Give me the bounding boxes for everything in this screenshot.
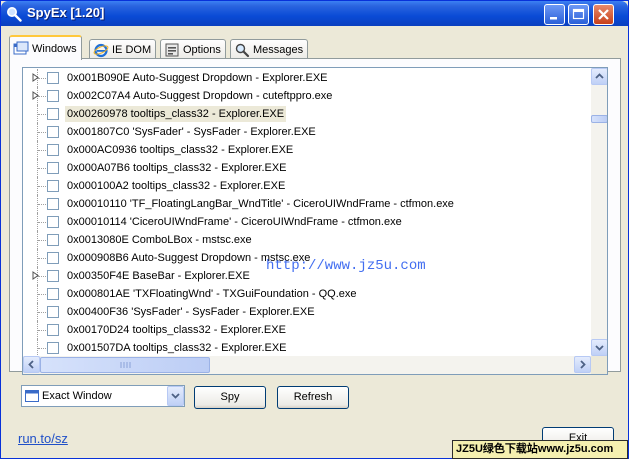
tree-item-label: 0x0013080E ComboLBox - mstsc.exe [67,234,252,246]
window-node-icon [47,342,59,354]
scroll-up-button[interactable] [591,68,607,85]
chevron-right-icon [580,360,586,369]
window-node-icon [47,144,59,156]
scrollbar-corner [591,356,607,374]
window-node-icon [47,288,59,300]
chevron-down-icon [171,393,180,399]
vertical-scroll-thumb[interactable] [591,114,607,123]
tree-item[interactable]: 0x000AC0936 tooltips_class32 - Explorer.… [23,141,591,159]
tab-label: Messages [253,43,304,56]
title-bar[interactable]: SpyEx [1.20] [1,1,628,26]
tree-item-label: 0x000AC0936 tooltips_class32 - Explorer.… [67,144,294,156]
tab-ie-dom[interactable]: IE DOM [89,39,157,59]
window-node-icon [47,90,59,102]
tab-bar: Windows IE DOM Options Messages [9,35,621,60]
window-title: SpyEx [1.20] [27,5,105,20]
minimize-button[interactable] [544,4,565,25]
tree-item-label: 0x001B090E Auto-Suggest Dropdown - Explo… [67,72,328,84]
tree-item-label: 0x00400F36 'SysFader' - SysFader - Explo… [67,306,315,318]
tree-item-label: 0x000100A2 tooltips_class32 - Explorer.E… [67,180,286,192]
tree-item[interactable]: 0x000100A2 tooltips_class32 - Explorer.E… [23,177,591,195]
tree-item[interactable]: 0x001B090E Auto-Suggest Dropdown - Explo… [23,69,591,87]
spyex-window: SpyEx [1.20] Windows IE DOM Options Mess… [0,0,629,459]
window-node-icon [47,252,59,264]
tree-item-label: 0x00010114 'CiceroUIWndFrame' - CiceroUI… [67,216,402,228]
watermark-text: http://www.jz5u.com [266,258,426,274]
grip-icon [120,362,131,368]
window-node-icon [47,234,59,246]
chevron-down-icon [595,345,604,351]
mode-select[interactable]: Exact Window [21,385,185,407]
window-node-icon [47,324,59,336]
tree-item[interactable]: 0x000A07B6 tooltips_class32 - Explorer.E… [23,159,591,177]
tab-label: Options [183,43,221,56]
expand-arrow-icon[interactable] [31,271,40,280]
tab-messages[interactable]: Messages [230,39,309,59]
window-node-icon [47,306,59,318]
close-button[interactable] [593,4,614,25]
window-node-icon [47,216,59,228]
options-icon [165,43,179,56]
window-node-icon [47,180,59,192]
maximize-icon [572,8,585,20]
scroll-right-button[interactable] [574,356,591,373]
window-node-icon [47,72,59,84]
window-icon [25,390,39,402]
tree-item[interactable]: 0x00010114 'CiceroUIWndFrame' - CiceroUI… [23,213,591,231]
vertical-scrollbar[interactable] [591,68,607,356]
window-node-icon [47,270,59,282]
tree-item[interactable]: 0x002C07A4 Auto-Suggest Dropdown - cutef… [23,87,591,105]
tree-item-label: 0x00170D24 tooltips_class32 - Explorer.E… [67,324,286,336]
tree-item-label: 0x000A07B6 tooltips_class32 - Explorer.E… [67,162,287,174]
tree-item[interactable]: 0x00400F36 'SysFader' - SysFader - Explo… [23,303,591,321]
tab-label: Windows [32,42,77,55]
window-tree[interactable]: 0x001B090E Auto-Suggest Dropdown - Explo… [22,67,608,375]
horizontal-scroll-thumb[interactable] [40,357,210,373]
tree-item[interactable]: 0x00260978 tooltips_class32 - Explorer.E… [23,105,591,123]
homepage-link[interactable]: run.to/sz [18,431,68,446]
tree-rows: 0x001B090E Auto-Suggest Dropdown - Explo… [23,68,591,356]
tree-item-label: 0x00260978 tooltips_class32 - Explorer.E… [65,106,287,122]
mode-select-dropdown-button[interactable] [167,386,184,406]
tree-item[interactable]: 0x0013080E ComboLBox - mstsc.exe [23,231,591,249]
window-node-icon [47,126,59,138]
tree-item-label: 0x000801AE 'TXFloatingWnd' - TXGuiFounda… [67,288,357,300]
tab-options[interactable]: Options [160,39,226,59]
windows-tab-icon [13,41,29,54]
tree-item-label: 0x002C07A4 Auto-Suggest Dropdown - cutef… [67,90,333,102]
tree-item[interactable]: 0x001807C0 'SysFader' - SysFader - Explo… [23,123,591,141]
ie-icon [93,43,109,57]
window-node-icon [47,198,59,210]
tree-item-label: 0x00350F4E BaseBar - Explorer.EXE [67,270,250,282]
horizontal-scrollbar[interactable] [23,356,591,374]
scroll-left-button[interactable] [23,356,40,373]
window-node-icon [47,162,59,174]
chevron-up-icon [595,73,604,79]
site-badge: JZ5U绿色下载站www.jz5u.com [452,440,628,459]
spy-magnifier-icon [7,7,22,22]
minimize-icon [550,17,557,20]
tab-windows[interactable]: Windows [9,35,82,60]
chevron-left-icon [28,360,34,369]
expand-arrow-icon[interactable] [31,91,40,100]
spy-button[interactable]: Spy [194,386,266,409]
close-icon [598,9,609,20]
expand-arrow-icon[interactable] [31,73,40,82]
tree-item[interactable]: 0x000801AE 'TXFloatingWnd' - TXGuiFounda… [23,285,591,303]
scroll-down-button[interactable] [591,339,607,356]
mode-select-value: Exact Window [42,390,112,402]
tree-item-label: 0x001507DA tooltips_class32 - Explorer.E… [67,342,287,354]
tree-item-label: 0x001807C0 'SysFader' - SysFader - Explo… [67,126,316,138]
tree-item[interactable]: 0x00170D24 tooltips_class32 - Explorer.E… [23,321,591,339]
tree-item[interactable]: 0x00010110 'TF_FloatingLangBar_WndTitle'… [23,195,591,213]
tree-item[interactable]: 0x001507DA tooltips_class32 - Explorer.E… [23,339,591,356]
tab-label: IE DOM [112,43,152,56]
window-node-icon [47,108,59,120]
magnifier-icon [235,43,250,57]
tree-item-label: 0x00010110 'TF_FloatingLangBar_WndTitle'… [67,198,454,210]
maximize-button[interactable] [568,4,589,25]
refresh-button[interactable]: Refresh [277,386,349,409]
